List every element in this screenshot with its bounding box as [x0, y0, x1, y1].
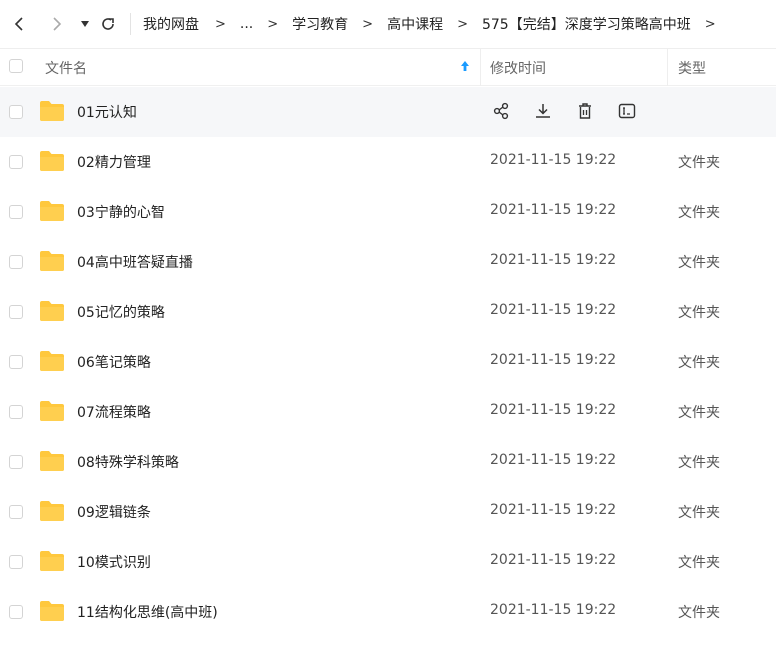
row-checkbox[interactable]: [9, 355, 23, 369]
row-checkbox[interactable]: [9, 305, 23, 319]
file-name[interactable]: 10模式识别: [77, 552, 151, 572]
modified-time: 2021-11-15 19:22: [490, 202, 617, 218]
history-dropdown-icon[interactable]: [78, 12, 92, 36]
modified-time: 2021-11-15 19:22: [490, 502, 617, 518]
folder-icon: [39, 150, 65, 176]
column-divider[interactable]: [480, 49, 481, 86]
select-all-checkbox[interactable]: [9, 59, 23, 73]
row-checkbox[interactable]: [9, 205, 23, 219]
folder-icon: [39, 100, 65, 126]
breadcrumb-separator-icon: >: [457, 16, 468, 32]
row-checkbox[interactable]: [9, 605, 23, 619]
navigation-bar: 我的网盘 > ... > 学习教育 > 高中课程 > 575【完结】深度学习策略…: [0, 0, 776, 48]
file-type: 文件夹: [678, 205, 720, 221]
row-checkbox[interactable]: [9, 155, 23, 169]
file-name[interactable]: 07流程策略: [77, 402, 151, 422]
file-type: 文件夹: [678, 555, 720, 571]
sort-ascending-icon[interactable]: [459, 59, 471, 77]
file-name[interactable]: 08特殊学科策略: [77, 452, 179, 472]
file-row[interactable]: 04高中班答疑直播 2021-11-15 19:22 文件夹: [0, 237, 776, 287]
row-checkbox[interactable]: [9, 405, 23, 419]
folder-icon: [39, 200, 65, 226]
file-name[interactable]: 09逻辑链条: [77, 502, 151, 522]
modified-time: 2021-11-15 19:22: [490, 302, 617, 318]
forward-icon[interactable]: [45, 12, 69, 36]
rename-icon[interactable]: [616, 100, 638, 122]
folder-icon: [39, 500, 65, 526]
modified-time: 2021-11-15 19:22: [490, 602, 617, 618]
folder-icon: [39, 250, 65, 276]
file-type: 文件夹: [678, 155, 720, 171]
share-icon[interactable]: [490, 100, 512, 122]
file-type: 文件夹: [678, 405, 720, 421]
toolbar-divider: [130, 13, 131, 35]
folder-icon: [39, 550, 65, 576]
modified-time: 2021-11-15 19:22: [490, 252, 617, 268]
breadcrumb-ellipsis[interactable]: ...: [240, 16, 253, 32]
file-row[interactable]: 03宁静的心智 2021-11-15 19:22 文件夹: [0, 187, 776, 237]
modified-time: 2021-11-15 19:22: [490, 552, 617, 568]
row-checkbox[interactable]: [9, 255, 23, 269]
breadcrumb: 我的网盘 > ... > 学习教育 > 高中课程 > 575【完结】深度学习策略…: [143, 14, 730, 34]
file-type: 文件夹: [678, 455, 720, 471]
row-checkbox[interactable]: [9, 105, 23, 119]
modified-time: 2021-11-15 19:22: [490, 402, 617, 418]
file-row[interactable]: 05记忆的策略 2021-11-15 19:22 文件夹: [0, 287, 776, 337]
breadcrumb-item[interactable]: 高中课程: [387, 14, 443, 34]
file-list-header: 文件名 修改时间 类型: [0, 48, 776, 86]
folder-icon: [39, 600, 65, 626]
file-row[interactable]: 02精力管理 2021-11-15 19:22 文件夹: [0, 137, 776, 187]
file-name[interactable]: 05记忆的策略: [77, 302, 165, 322]
file-name[interactable]: 04高中班答疑直播: [77, 252, 193, 272]
column-divider[interactable]: [667, 49, 668, 86]
breadcrumb-current[interactable]: 575【完结】深度学习策略高中班: [482, 14, 691, 34]
folder-icon: [39, 450, 65, 476]
file-row[interactable]: 06笔记策略 2021-11-15 19:22 文件夹: [0, 337, 776, 387]
folder-icon: [39, 400, 65, 426]
breadcrumb-expand-icon[interactable]: >: [705, 17, 716, 32]
modified-time: 2021-11-15 19:22: [490, 152, 617, 168]
file-name[interactable]: 06笔记策略: [77, 352, 151, 372]
row-checkbox[interactable]: [9, 555, 23, 569]
file-row[interactable]: 11结构化思维(高中班) 2021-11-15 19:22 文件夹: [0, 587, 776, 637]
column-header-type[interactable]: 类型: [678, 58, 706, 78]
file-row[interactable]: 01元认知: [0, 87, 776, 137]
column-header-name[interactable]: 文件名: [45, 58, 87, 78]
file-type: 文件夹: [678, 505, 720, 521]
file-name[interactable]: 03宁静的心智: [77, 202, 165, 222]
row-checkbox[interactable]: [9, 455, 23, 469]
modified-time: 2021-11-15 19:22: [490, 352, 617, 368]
file-type: 文件夹: [678, 605, 720, 621]
file-type: 文件夹: [678, 305, 720, 321]
folder-icon: [39, 350, 65, 376]
breadcrumb-separator-icon: >: [215, 16, 226, 32]
file-row[interactable]: 07流程策略 2021-11-15 19:22 文件夹: [0, 387, 776, 437]
breadcrumb-item[interactable]: 学习教育: [292, 14, 348, 34]
modified-time: 2021-11-15 19:22: [490, 452, 617, 468]
file-name[interactable]: 01元认知: [77, 102, 137, 122]
row-actions: [490, 100, 658, 122]
file-type: 文件夹: [678, 355, 720, 371]
folder-icon: [39, 300, 65, 326]
file-name[interactable]: 11结构化思维(高中班): [77, 602, 218, 622]
breadcrumb-separator-icon: >: [362, 16, 374, 32]
file-type: 文件夹: [678, 255, 720, 271]
file-name[interactable]: 02精力管理: [77, 152, 151, 172]
file-row[interactable]: 09逻辑链条 2021-11-15 19:22 文件夹: [0, 487, 776, 537]
download-icon[interactable]: [532, 100, 554, 122]
file-row[interactable]: 10模式识别 2021-11-15 19:22 文件夹: [0, 537, 776, 587]
back-icon[interactable]: [7, 12, 31, 36]
column-header-modified[interactable]: 修改时间: [490, 58, 546, 78]
file-row[interactable]: 08特殊学科策略 2021-11-15 19:22 文件夹: [0, 437, 776, 487]
refresh-icon[interactable]: [96, 12, 120, 36]
row-checkbox[interactable]: [9, 505, 23, 519]
breadcrumb-separator-icon: >: [267, 16, 279, 32]
breadcrumb-item[interactable]: 我的网盘: [143, 14, 199, 34]
delete-icon[interactable]: [574, 100, 596, 122]
